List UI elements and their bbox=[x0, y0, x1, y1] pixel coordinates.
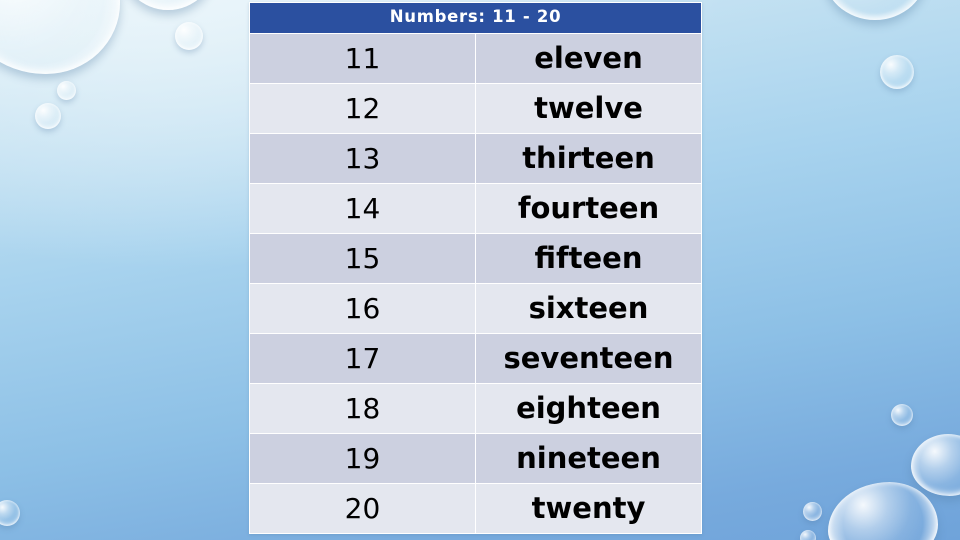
bubble-bottom-left-edge-icon bbox=[0, 500, 20, 526]
bubble-top-left-small-icon bbox=[175, 22, 203, 50]
table-row: 15 fifteen bbox=[249, 232, 702, 284]
numbers-table-title-row: Numbers: 11 - 20 bbox=[249, 2, 702, 34]
bubble-top-right-large-icon bbox=[823, 0, 927, 20]
table-row: 12 twelve bbox=[249, 82, 702, 134]
word-cell: sixteen bbox=[475, 282, 702, 334]
word-cell: nineteen bbox=[475, 432, 702, 484]
number-cell: 12 bbox=[249, 82, 476, 134]
number-cell: 19 bbox=[249, 432, 476, 484]
bubble-top-left-medium-icon bbox=[120, 0, 216, 10]
bubble-bottom-right-tiny-icon bbox=[891, 404, 913, 426]
word-cell: thirteen bbox=[475, 132, 702, 184]
table-row: 11 eleven bbox=[249, 32, 702, 84]
bubble-top-left-tiny-2-icon bbox=[35, 103, 61, 129]
word-cell: eighteen bbox=[475, 382, 702, 434]
number-cell: 16 bbox=[249, 282, 476, 334]
number-cell: 20 bbox=[249, 482, 476, 534]
bubble-top-left-tiny-icon bbox=[57, 81, 76, 100]
number-cell: 11 bbox=[249, 32, 476, 84]
word-cell: twenty bbox=[475, 482, 702, 534]
table-row: 20 twenty bbox=[249, 482, 702, 534]
bubble-bottom-right-small-1-icon bbox=[803, 502, 822, 521]
number-cell: 13 bbox=[249, 132, 476, 184]
numbers-table: Numbers: 11 - 20 11 eleven 12 twelve 13 thirt… bbox=[249, 2, 702, 534]
bubble-top-left-large-icon bbox=[0, 0, 120, 74]
slide-canvas: Numbers: 11 - 20 11 eleven 12 twelve 13 thirt… bbox=[0, 0, 960, 540]
word-cell: twelve bbox=[475, 82, 702, 134]
word-cell: seventeen bbox=[475, 332, 702, 384]
table-row: 17 seventeen bbox=[249, 332, 702, 384]
bubble-bottom-right-large-icon bbox=[828, 482, 938, 540]
bubble-top-right-small-icon bbox=[880, 55, 914, 89]
table-row: 14 fourteen bbox=[249, 182, 702, 234]
word-cell: fifteen bbox=[475, 232, 702, 284]
bubble-bottom-right-small-2-icon bbox=[800, 530, 816, 540]
table-row: 19 nineteen bbox=[249, 432, 702, 484]
table-row: 13 thirteen bbox=[249, 132, 702, 184]
number-cell: 14 bbox=[249, 182, 476, 234]
word-cell: eleven bbox=[475, 32, 702, 84]
number-cell: 18 bbox=[249, 382, 476, 434]
number-cell: 17 bbox=[249, 332, 476, 384]
bubble-bottom-right-medium-icon bbox=[911, 434, 960, 496]
word-cell: fourteen bbox=[475, 182, 702, 234]
numbers-table-body: 11 eleven 12 twelve 13 thirteen 14 fourteen 15 fi… bbox=[249, 32, 702, 534]
numbers-table-title: Numbers: 11 - 20 bbox=[249, 2, 702, 34]
table-row: 18 eighteen bbox=[249, 382, 702, 434]
number-cell: 15 bbox=[249, 232, 476, 284]
table-row: 16 sixteen bbox=[249, 282, 702, 334]
numbers-table-head: Numbers: 11 - 20 bbox=[249, 2, 702, 34]
